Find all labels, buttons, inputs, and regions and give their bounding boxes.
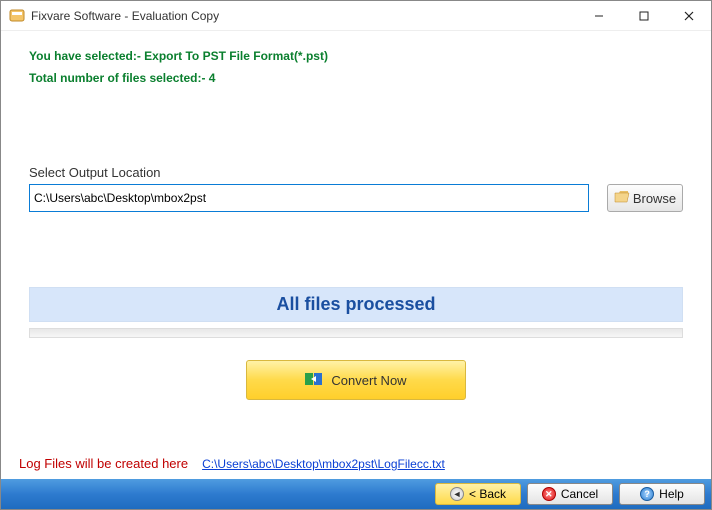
log-path-link[interactable]: C:\Users\abc\Desktop\mbox2pst\LogFilecc.… [202,457,445,471]
progress-bar [29,328,683,338]
window-controls [576,1,711,31]
app-window: Fixvare Software - Evaluation Copy You h… [0,0,712,510]
convert-label: Convert Now [331,373,406,388]
help-label: Help [659,487,684,501]
back-label: < Back [469,487,506,501]
convert-section: Convert Now [29,360,683,400]
cancel-label: Cancel [561,487,598,501]
convert-now-button[interactable]: Convert Now [246,360,466,400]
log-label: Log Files will be created here [19,456,188,471]
folder-icon [614,190,630,207]
file-count-info: Total number of files selected:- 4 [29,71,683,85]
status-section: All files processed [29,287,683,338]
minimize-button[interactable] [576,1,621,31]
close-button[interactable] [666,1,711,31]
convert-icon [305,371,323,390]
cancel-button[interactable]: ✕ Cancel [527,483,613,505]
help-button[interactable]: ? Help [619,483,705,505]
status-text: All files processed [29,287,683,322]
window-title: Fixvare Software - Evaluation Copy [31,9,219,23]
output-path-row: Browse [29,184,683,212]
app-icon [9,8,25,24]
help-icon: ? [640,487,654,501]
log-info-row: Log Files will be created here C:\Users\… [19,456,445,471]
maximize-button[interactable] [621,1,666,31]
browse-label: Browse [633,191,676,206]
output-section: Select Output Location Browse [29,165,683,212]
browse-button[interactable]: Browse [607,184,683,212]
titlebar: Fixvare Software - Evaluation Copy [1,1,711,31]
selection-info: You have selected:- Export To PST File F… [29,49,683,63]
output-label: Select Output Location [29,165,683,180]
content-area: You have selected:- Export To PST File F… [1,31,711,400]
back-icon: ◄ [450,487,464,501]
output-path-input[interactable] [29,184,589,212]
cancel-icon: ✕ [542,487,556,501]
back-button[interactable]: ◄ < Back [435,483,521,505]
footer-bar: ◄ < Back ✕ Cancel ? Help [1,479,711,509]
